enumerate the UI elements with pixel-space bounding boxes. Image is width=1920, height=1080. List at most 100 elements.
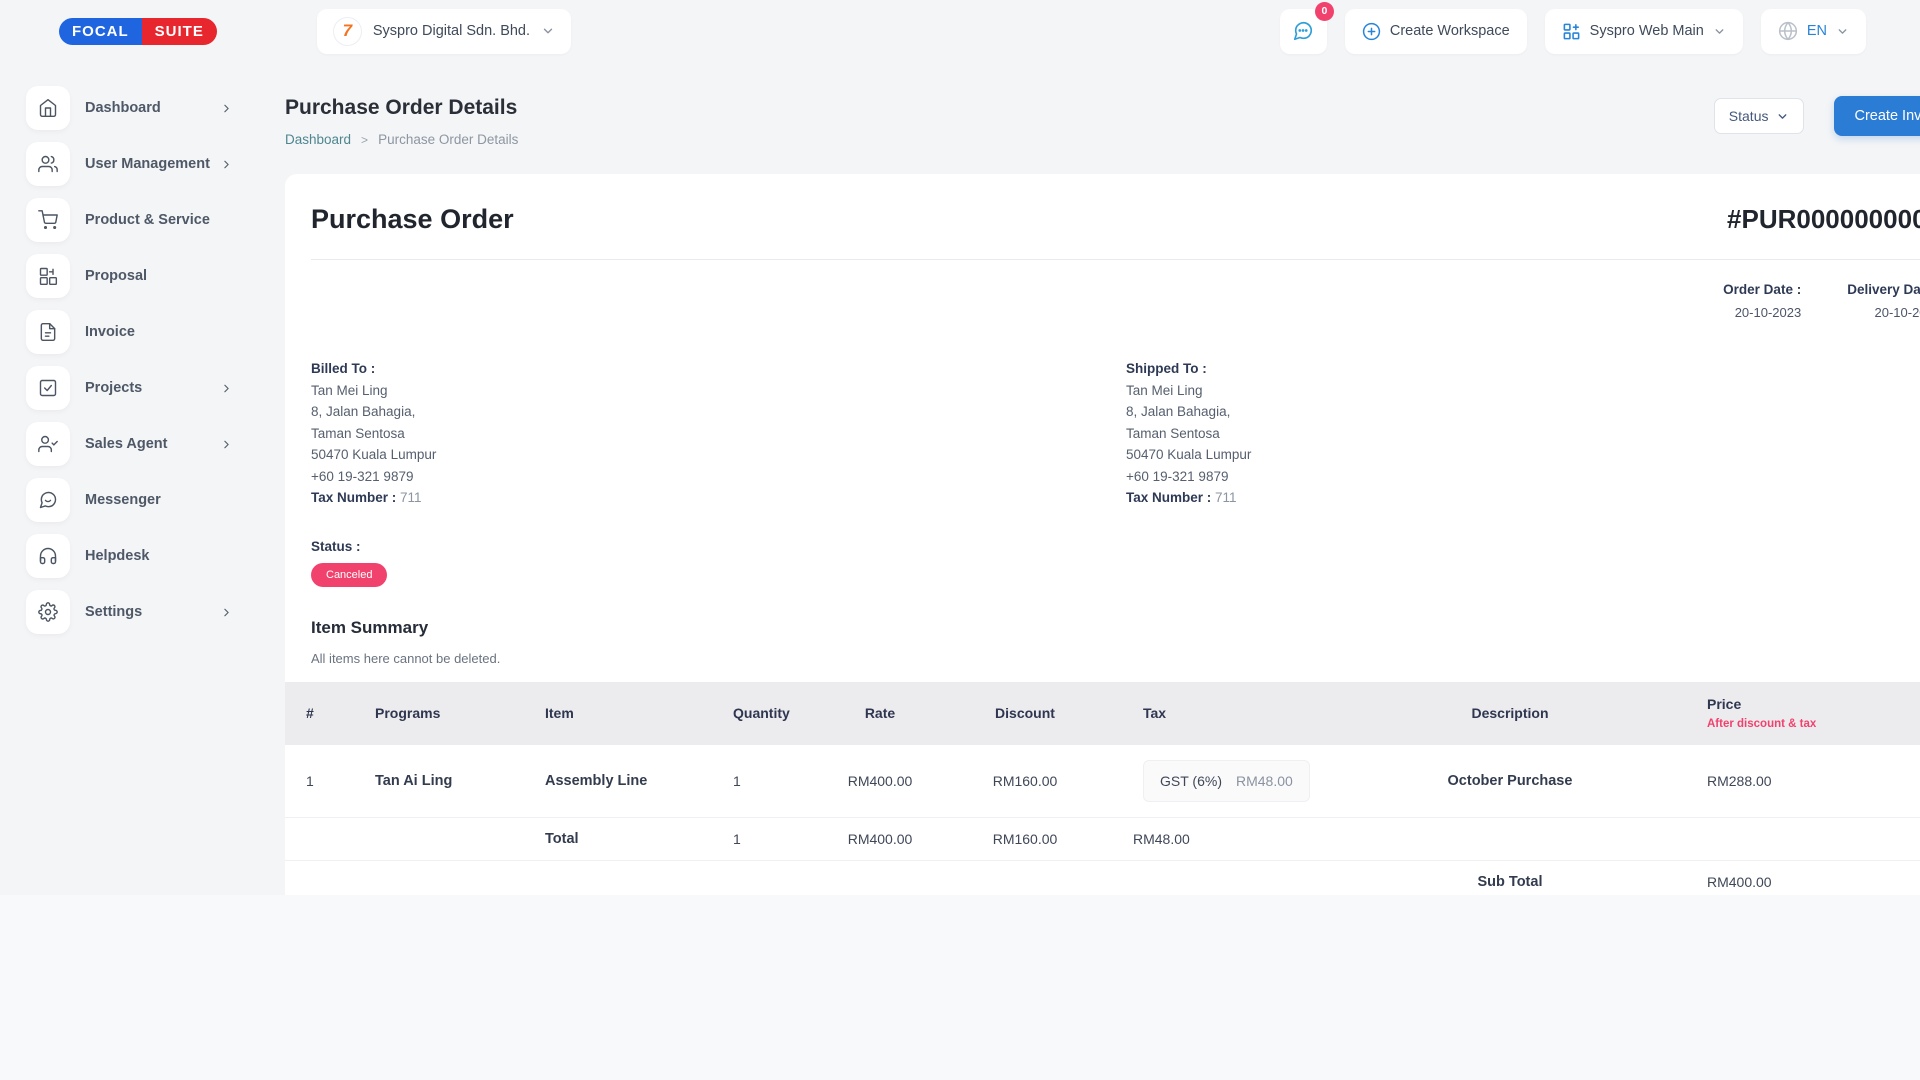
create-invoice-button[interactable]: Create Invoice [1834, 96, 1920, 136]
po-heading: Purchase Order [311, 204, 514, 235]
app-logo[interactable]: FOCAL SUITE [59, 18, 217, 45]
subtotal-value: RM400.00 [1615, 874, 1920, 890]
purchase-order-card: Purchase Order #PUR0000000003 Order Date… [285, 174, 1920, 895]
projects-icon [38, 378, 58, 398]
row-description: October Purchase [1405, 773, 1615, 789]
app-menu-button[interactable]: Syspro Web Main [1545, 9, 1743, 54]
item-summary-title: Item Summary [285, 618, 1920, 638]
billed-to-heading: Billed To : [311, 362, 1126, 375]
invoice-icon [38, 322, 58, 342]
chevron-down-icon [1713, 25, 1726, 38]
status-dropdown-button[interactable]: Status [1714, 98, 1804, 134]
total-rate: RM400.00 [805, 831, 955, 847]
col-header-quantity: Quantity [675, 705, 805, 721]
grid-plus-icon [1562, 22, 1581, 41]
chevron-right-icon [220, 158, 233, 171]
workspace-selector[interactable]: 7 Syspro Digital Sdn. Bhd. [317, 9, 571, 54]
sidebar-item-settings[interactable]: Settings [26, 590, 285, 634]
chevron-right-icon [220, 102, 233, 115]
total-quantity: 1 [675, 831, 805, 847]
shipped-to-address2: Taman Sentosa [1126, 427, 1920, 440]
billed-to-address1: 8, Jalan Bahagia, [311, 405, 1126, 418]
order-status-block: Status : Canceled [285, 539, 1920, 587]
messages-button[interactable]: 0 [1280, 9, 1327, 54]
col-header-tax: Tax [1095, 705, 1405, 721]
delivery-date-label: Delivery Date : [1847, 282, 1920, 297]
billed-to-tax: Tax Number : 711 [311, 491, 1126, 504]
price-subtitle: After discount & tax [1707, 718, 1920, 730]
status-dropdown-label: Status [1729, 108, 1769, 124]
items-table: # Programs Item Quantity Rate Discount T… [285, 682, 1920, 896]
col-header-price: Price After discount & tax [1615, 696, 1920, 730]
plus-circle-icon [1362, 22, 1381, 41]
sidebar-item-label: Sales Agent [85, 436, 167, 452]
app-frame: FOCAL SUITE 7 Syspro Digital Sdn. Bhd. 0… [0, 0, 1920, 895]
shipped-to-heading: Shipped To : [1126, 362, 1920, 375]
tax-name: GST (6%) [1160, 773, 1222, 789]
row-tax-cell: GST (6%) RM48.00 [1095, 760, 1405, 802]
row-num: 1 [285, 773, 345, 789]
sidebar-item-sales-agent[interactable]: Sales Agent [26, 422, 285, 466]
dates-row: Order Date : 20-10-2023 Delivery Date : … [285, 282, 1920, 320]
sidebar-item-user-management[interactable]: User Management [26, 142, 285, 186]
shipped-to-block: Shipped To : Tan Mei Ling 8, Jalan Bahag… [1126, 362, 1920, 513]
create-workspace-button[interactable]: Create Workspace [1345, 9, 1527, 54]
delivery-date-block: Delivery Date : 20-10-2023 [1847, 282, 1920, 320]
sidebar-item-projects[interactable]: Projects [26, 366, 285, 410]
col-header-programs: Programs [345, 705, 495, 721]
sidebar-item-label: Product & Service [85, 212, 210, 228]
row-discount: RM160.00 [955, 773, 1095, 789]
billed-to-address3: 50470 Kuala Lumpur [311, 448, 1126, 461]
sidebar-item-messenger[interactable]: Messenger [26, 478, 285, 522]
cart-icon [38, 210, 58, 230]
chevron-right-icon [220, 382, 233, 395]
sidebar-item-label: Proposal [85, 268, 147, 284]
sidebar-item-helpdesk[interactable]: Helpdesk [26, 534, 285, 578]
row-rate: RM400.00 [805, 773, 955, 789]
shipped-to-tax: Tax Number : 711 [1126, 491, 1920, 504]
breadcrumb: Dashboard > Purchase Order Details [285, 132, 1714, 147]
sidebar-item-label: User Management [85, 156, 210, 172]
sidebar-item-label: Helpdesk [85, 548, 149, 564]
language-selector[interactable]: EN [1761, 9, 1866, 54]
create-workspace-label: Create Workspace [1390, 23, 1510, 39]
billed-to-phone: +60 19-321 9879 [311, 470, 1126, 483]
total-label: Total [495, 831, 675, 847]
order-date-value: 20-10-2023 [1723, 305, 1801, 320]
helpdesk-icon [38, 546, 58, 566]
topbar: FOCAL SUITE 7 Syspro Digital Sdn. Bhd. 0… [0, 0, 1920, 62]
sidebar-item-proposal[interactable]: Proposal [26, 254, 285, 298]
sidebar-item-dashboard[interactable]: Dashboard [26, 86, 285, 130]
chevron-down-icon [1776, 110, 1789, 123]
divider [311, 259, 1920, 260]
sidebar-item-product-service[interactable]: Product & Service [26, 198, 285, 242]
sidebar-item-label: Messenger [85, 492, 161, 508]
subtotal-row: Sub Total RM400.00 [285, 861, 1920, 896]
table-total-row: Total 1 RM400.00 RM160.00 RM48.00 [285, 818, 1920, 861]
table-row: 1 Tan Ai Ling Assembly Line 1 RM400.00 R… [285, 745, 1920, 818]
logo-suite: SUITE [142, 18, 217, 45]
sidebar-item-invoice[interactable]: Invoice [26, 310, 285, 354]
row-quantity: 1 [675, 773, 805, 789]
shipped-to-address1: 8, Jalan Bahagia, [1126, 405, 1920, 418]
logo-focal: FOCAL [59, 18, 142, 45]
billed-to-block: Billed To : Tan Mei Ling 8, Jalan Bahagi… [311, 362, 1126, 513]
tax-amount: RM48.00 [1236, 773, 1293, 789]
breadcrumb-separator: > [361, 133, 368, 147]
order-date-block: Order Date : 20-10-2023 [1723, 282, 1801, 320]
col-header-item: Item [495, 705, 675, 721]
proposal-icon [38, 266, 58, 286]
main-content: Purchase Order Details Dashboard > Purch… [285, 62, 1920, 895]
sales-agent-icon [38, 434, 58, 454]
order-date-label: Order Date : [1723, 282, 1801, 297]
breadcrumb-current: Purchase Order Details [378, 132, 518, 147]
notification-badge: 0 [1315, 2, 1334, 21]
globe-icon [1778, 21, 1798, 41]
breadcrumb-dashboard-link[interactable]: Dashboard [285, 132, 351, 147]
row-item: Assembly Line [495, 773, 675, 789]
chevron-down-icon [541, 24, 555, 38]
status-badge: Canceled [311, 563, 387, 587]
total-discount: RM160.00 [955, 831, 1095, 847]
page-title: Purchase Order Details [285, 96, 1714, 120]
col-header-discount: Discount [955, 705, 1095, 721]
